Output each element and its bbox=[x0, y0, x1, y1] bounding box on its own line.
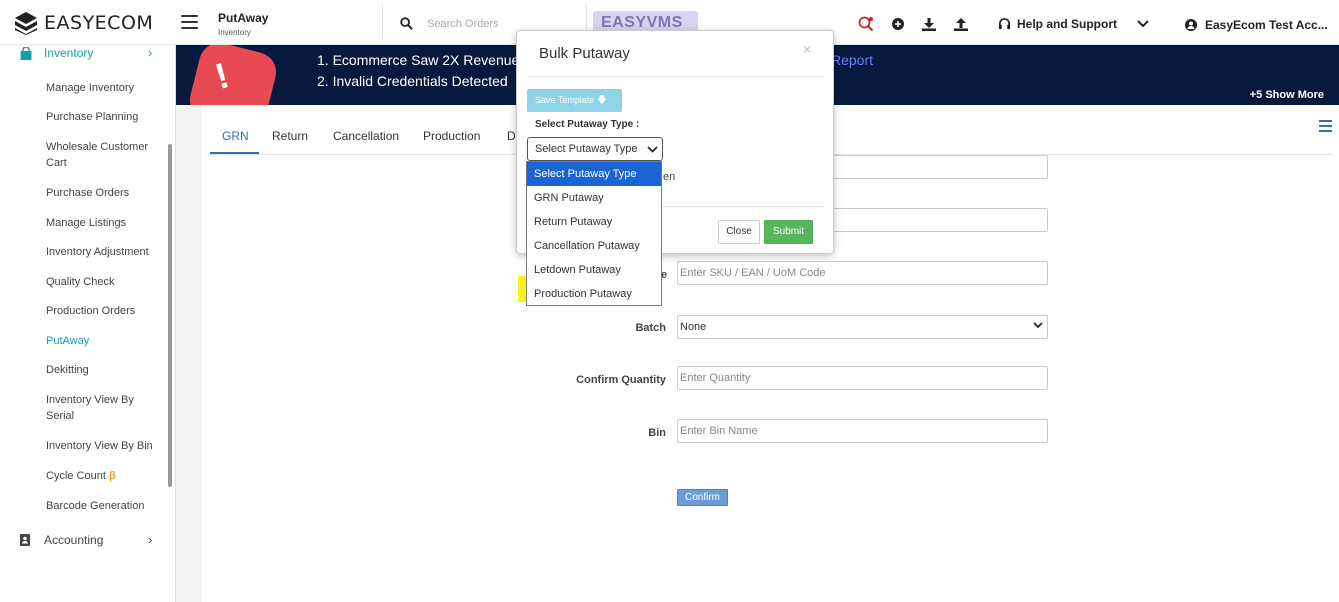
option-select-putaway-type[interactable]: Select Putaway Type bbox=[527, 162, 661, 186]
putaway-type-select[interactable]: Select Putaway Type bbox=[527, 137, 663, 161]
submit-button[interactable]: Submit bbox=[764, 220, 813, 244]
add-circle-icon[interactable] bbox=[892, 18, 904, 30]
modal-hidden-text: en bbox=[663, 171, 676, 183]
easyecom-logo-icon bbox=[15, 12, 37, 35]
logo-text: EASYECOM bbox=[44, 12, 154, 34]
sidebar-item-purchase-orders[interactable]: Purchase Orders bbox=[46, 185, 161, 201]
page-heading: PutAway Inventory bbox=[218, 11, 268, 37]
sidebar-item-cycle-count[interactable]: Cycle Count β bbox=[46, 468, 161, 484]
chevron-right-icon[interactable]: › bbox=[148, 532, 152, 547]
quantity-input[interactable]: Enter Quantity bbox=[677, 366, 1048, 390]
sidebar-item-quality-check[interactable]: Quality Check bbox=[46, 274, 161, 290]
sidebar-section-accounting[interactable]: Accounting › bbox=[20, 532, 152, 547]
sidebar-item-inventory-view-by-bin[interactable]: Inventory View By Bin bbox=[46, 438, 161, 454]
sidebar-scrollbar[interactable] bbox=[168, 144, 172, 487]
chevron-right-icon[interactable]: › bbox=[148, 45, 152, 60]
close-button[interactable]: Close bbox=[718, 220, 760, 244]
search-alert-icon[interactable] bbox=[858, 16, 874, 32]
account-menu[interactable]: EasyEcom Test Acc... bbox=[1185, 18, 1328, 32]
sidebar-item-manage-listings[interactable]: Manage Listings bbox=[46, 215, 161, 231]
save-template-button[interactable]: Save Template 🡇 bbox=[527, 89, 622, 112]
active-tab-indicator bbox=[210, 152, 259, 154]
search-input[interactable]: Search Orders bbox=[427, 18, 499, 30]
header-icons bbox=[858, 16, 968, 32]
batch-select[interactable]: None bbox=[677, 315, 1048, 339]
option-grn-putaway[interactable]: GRN Putaway bbox=[527, 186, 661, 210]
banner-report-link[interactable]: Report bbox=[831, 52, 873, 68]
page-subtitle: Inventory bbox=[218, 28, 251, 37]
help-and-support[interactable]: Help and Support bbox=[998, 17, 1149, 31]
sidebar-item-dekitting[interactable]: Dekitting bbox=[46, 362, 161, 378]
putaway-type-options: Select Putaway Type GRN Putaway Return P… bbox=[526, 161, 662, 306]
sku-input[interactable]: Enter SKU / EAN / UoM Code bbox=[677, 261, 1048, 285]
modal-title: Bulk Putaway bbox=[539, 45, 630, 62]
contact-book-icon bbox=[20, 534, 30, 546]
user-circle-icon bbox=[1185, 19, 1197, 31]
tab-production[interactable]: Production bbox=[423, 129, 480, 143]
easyecom-logo[interactable]: EASYECOM bbox=[14, 11, 153, 35]
putaway-type-value: Select Putaway Type bbox=[535, 143, 638, 155]
option-production-putaway[interactable]: Production Putaway bbox=[527, 282, 661, 306]
sidebar-item-inventory-adjustment[interactable]: Inventory Adjustment bbox=[46, 244, 161, 260]
sidebar-item-purchase-planning[interactable]: Purchase Planning bbox=[46, 109, 161, 125]
headset-icon bbox=[998, 17, 1011, 29]
tab-cancellation[interactable]: Cancellation bbox=[333, 129, 399, 143]
banner-line-1: 1. Ecommerce Saw 2X Revenue bbox=[317, 52, 520, 68]
banner-line-2: 2. Invalid Credentials Detected bbox=[317, 73, 508, 89]
search-icon bbox=[400, 17, 413, 30]
help-label: Help and Support bbox=[1017, 17, 1117, 31]
page-title: PutAway bbox=[218, 11, 269, 25]
show-more-link[interactable]: +5 Show More bbox=[1250, 89, 1324, 101]
sidebar-item-wholesale-customer-cart[interactable]: Wholesale Customer Cart bbox=[46, 139, 161, 171]
sidebar-item-putaway[interactable]: PutAway bbox=[46, 333, 161, 349]
batch-label: Batch bbox=[635, 322, 666, 334]
bin-input[interactable]: Enter Bin Name bbox=[677, 419, 1048, 443]
confirm-button[interactable]: Confirm bbox=[677, 489, 728, 506]
search-orders[interactable]: Search Orders bbox=[400, 17, 499, 30]
shopping-bag-icon bbox=[20, 46, 32, 60]
tab-d[interactable]: D bbox=[507, 129, 516, 143]
sidebar-section-inventory[interactable]: Inventory bbox=[20, 46, 93, 60]
sidebar-item-inventory-view-by-serial[interactable]: Inventory View By Serial bbox=[46, 392, 161, 424]
sidebar-section-label: Accounting bbox=[44, 533, 104, 547]
menu-icon[interactable] bbox=[181, 15, 198, 29]
option-return-putaway[interactable]: Return Putaway bbox=[527, 210, 661, 234]
sidebar-item-barcode-generation[interactable]: Barcode Generation bbox=[46, 498, 161, 514]
modal-divider bbox=[527, 76, 825, 77]
bin-label: Bin bbox=[648, 427, 666, 439]
chevron-down-icon[interactable] bbox=[1137, 20, 1149, 28]
sidebar-item-manage-inventory[interactable]: Manage Inventory bbox=[46, 80, 161, 96]
chevron-down-icon bbox=[1033, 322, 1043, 329]
tab-return[interactable]: Return bbox=[272, 129, 308, 143]
putaway-type-label: Select Putaway Type : bbox=[535, 119, 640, 130]
sidebar-item-production-orders[interactable]: Production Orders bbox=[46, 303, 161, 319]
save-template-label: Save Template bbox=[535, 95, 595, 105]
close-icon[interactable]: × bbox=[803, 41, 811, 57]
sidebar: Inventory › Manage Inventory Purchase Pl… bbox=[0, 45, 176, 602]
chevron-down-icon bbox=[647, 146, 658, 153]
header-divider bbox=[382, 4, 383, 41]
option-letdown-putaway[interactable]: Letdown Putaway bbox=[527, 258, 661, 282]
sidebar-item-label: Cycle Count bbox=[46, 470, 106, 482]
list-menu-icon[interactable] bbox=[1319, 120, 1332, 132]
beta-badge: β bbox=[108, 470, 116, 482]
option-cancellation-putaway[interactable]: Cancellation Putaway bbox=[527, 234, 661, 258]
download-icon[interactable] bbox=[922, 17, 936, 31]
arrow-down-icon: 🡇 bbox=[596, 95, 608, 106]
account-label: EasyEcom Test Acc... bbox=[1205, 18, 1328, 32]
confirm-quantity-label: Confirm Quantity bbox=[576, 374, 666, 386]
warning-icon bbox=[185, 45, 281, 105]
tab-grn[interactable]: GRN bbox=[222, 129, 249, 143]
content-gutter bbox=[176, 105, 202, 602]
sidebar-section-label: Inventory bbox=[44, 46, 94, 60]
batch-value: None bbox=[680, 321, 707, 333]
upload-icon[interactable] bbox=[954, 17, 968, 31]
